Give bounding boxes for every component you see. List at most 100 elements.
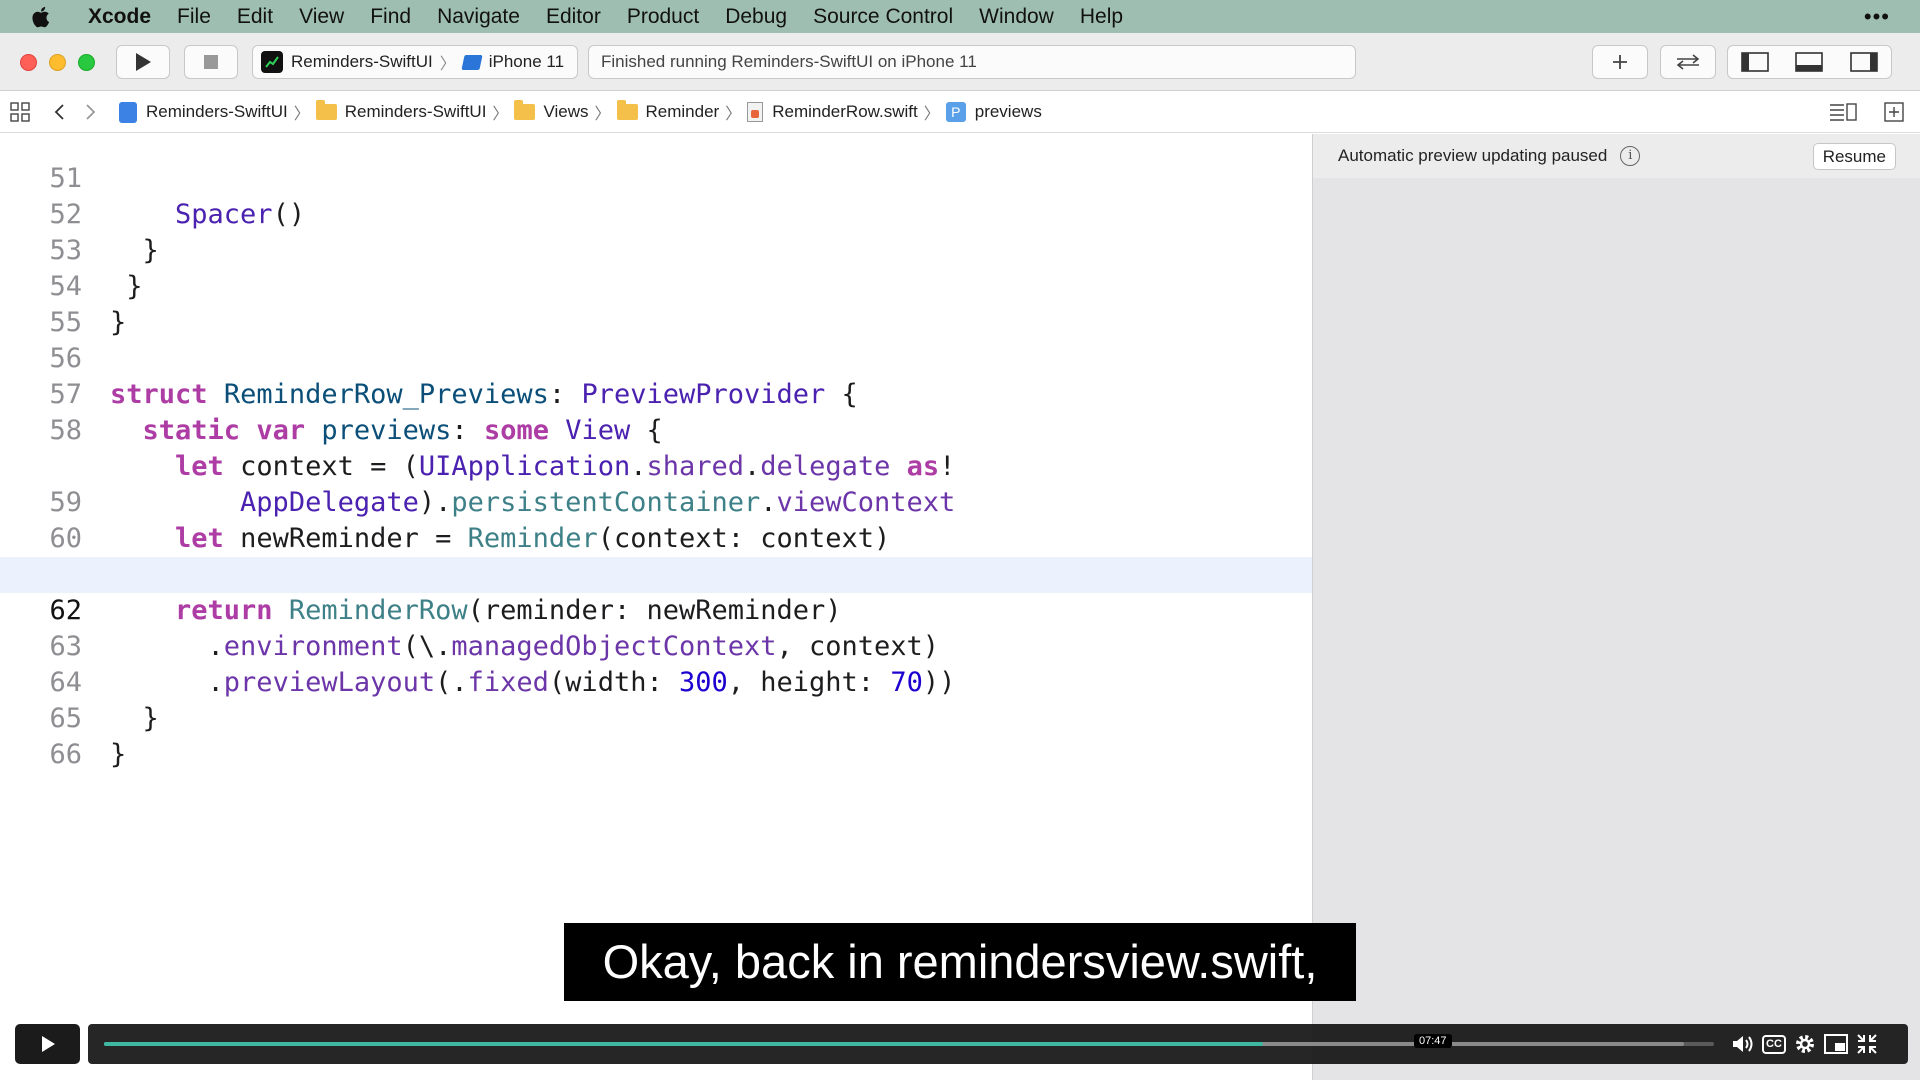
device-name: iPhone 11 [488, 52, 565, 71]
breadcrumb-label: Views [543, 102, 589, 121]
menu-navigate[interactable]: Navigate [424, 0, 533, 33]
code-line[interactable]: AppDelegate).persistentContainer.viewCon… [0, 413, 1312, 518]
breadcrumb-label: Reminder [645, 102, 720, 121]
menu-editor[interactable]: Editor [533, 0, 614, 33]
scheme-selector[interactable]: Reminders-SwiftUI 〉 iPhone 11 [252, 45, 578, 79]
code-line[interactable]: 57 static var previews: some View { [0, 341, 1312, 446]
stop-icon [204, 55, 218, 69]
code-line[interactable]: 55 [0, 269, 1312, 338]
close-window-button[interactable] [20, 54, 37, 71]
code-line[interactable]: 51 Spacer() [0, 134, 1312, 230]
panel-toggle-group [1727, 45, 1892, 79]
apple-logo-icon[interactable] [28, 3, 56, 31]
breadcrumb-label: Reminders-SwiftUI [146, 102, 288, 121]
folder-icon [315, 100, 337, 120]
code-line[interactable]: 53 } [0, 197, 1312, 302]
jump-bar: Reminders-SwiftUI 〉 Reminders-SwiftUI 〉 … [0, 92, 1920, 133]
breadcrumb-symbol[interactable]: P previews [945, 102, 1042, 122]
chevron-left-icon[interactable] [53, 103, 65, 121]
property-icon: P [945, 102, 966, 122]
chevron-right-icon: 〉 [725, 106, 742, 123]
code-line[interactable]: 63 .previewLayout(.fixed(width: 300, hei… [0, 593, 1312, 698]
folder-icon [616, 100, 638, 120]
activity-status: Finished running Reminders-SwiftUI on iP… [588, 45, 1356, 79]
breadcrumb-group[interactable]: Reminders-SwiftUI 〉 [315, 100, 515, 124]
menu-app-name[interactable]: Xcode [82, 0, 164, 33]
device-icon [461, 54, 483, 70]
bottom-panel-icon[interactable] [1795, 52, 1824, 72]
scheme-name: Reminders-SwiftUI [291, 52, 433, 71]
code-review-button[interactable] [1660, 45, 1716, 79]
breadcrumb-label: previews [974, 102, 1042, 121]
code-line[interactable]: 56 struct ReminderRow_Previews: PreviewP… [0, 305, 1312, 410]
code-line[interactable]: 52 } [0, 161, 1312, 266]
breadcrumb-reminder[interactable]: Reminder 〉 [616, 100, 748, 124]
code-line[interactable]: 64 } [0, 629, 1312, 734]
menu-window[interactable]: Window [966, 0, 1067, 33]
preview-canvas[interactable]: Automatic preview updating paused i Resu… [1312, 134, 1920, 1080]
code-line[interactable]: 60 newReminder.title = "Some task" [0, 485, 1312, 590]
closed-captions-button[interactable]: CC [1761, 1032, 1787, 1056]
chevron-right-icon: 〉 [594, 106, 611, 123]
menu-file[interactable]: File [164, 0, 224, 33]
menu-view[interactable]: View [286, 0, 357, 33]
video-progress-fill [104, 1042, 1264, 1046]
code-line-current[interactable]: 62 .environment(\.managedObjectContext, … [0, 557, 1312, 662]
project-icon [119, 101, 137, 123]
chevron-right-icon: 〉 [293, 106, 310, 123]
picture-in-picture-icon[interactable] [1823, 1032, 1849, 1056]
zoom-window-button[interactable] [78, 54, 95, 71]
code-line[interactable]: 65 } [0, 665, 1312, 770]
play-icon [136, 53, 151, 71]
more-icon[interactable]: ••• [1864, 0, 1890, 33]
code-line[interactable]: 59 let newReminder = Reminder(context: c… [0, 449, 1312, 554]
code-line[interactable]: 58 let context = (UIApplication.shared.d… [0, 377, 1312, 482]
stop-button[interactable] [184, 45, 238, 79]
editor-options-icon[interactable] [1828, 102, 1858, 122]
code-line[interactable]: 54 } [0, 233, 1312, 338]
info-icon[interactable]: i [1620, 146, 1641, 166]
minimize-window-button[interactable] [49, 54, 66, 71]
right-panel-icon[interactable] [1850, 52, 1878, 72]
play-icon [41, 1036, 55, 1052]
swift-file-icon [747, 102, 764, 122]
breadcrumb-label: Reminders-SwiftUI [344, 102, 487, 121]
grid-icon[interactable] [10, 101, 31, 123]
menu-edit[interactable]: Edit [224, 0, 286, 33]
menu-help[interactable]: Help [1067, 0, 1136, 33]
plus-icon [1613, 55, 1627, 69]
folder-icon [514, 100, 536, 120]
breadcrumb-file[interactable]: ReminderRow.swift 〉 [747, 100, 946, 124]
code-line[interactable]: 61 return ReminderRow(reminder: newRemin… [0, 521, 1312, 626]
library-button[interactable] [1592, 45, 1648, 79]
settings-gear-icon[interactable] [1792, 1032, 1818, 1056]
left-panel-icon[interactable] [1741, 52, 1769, 72]
chevron-right-icon: 〉 [439, 56, 456, 73]
preview-paused-message: Automatic preview updating paused [1338, 146, 1608, 165]
menu-debug[interactable]: Debug [712, 0, 800, 33]
arrows-icon [1676, 54, 1700, 70]
add-editor-icon[interactable] [1884, 102, 1904, 122]
cc-icon: CC [1762, 1034, 1786, 1054]
fullscreen-exit-icon[interactable] [1854, 1032, 1880, 1056]
video-play-button[interactable] [15, 1024, 80, 1064]
chevron-right-icon: 〉 [492, 106, 509, 123]
menu-find[interactable]: Find [357, 0, 424, 33]
video-time-tooltip: 07:47 [1414, 1034, 1452, 1048]
chevron-right-icon[interactable] [85, 103, 97, 121]
video-control-bar: 07:47 CC [88, 1024, 1908, 1064]
run-button[interactable] [116, 45, 170, 79]
resume-button[interactable]: Resume [1812, 143, 1896, 170]
toolbar: Reminders-SwiftUI 〉 iPhone 11 Finished r… [0, 33, 1920, 91]
menu-product[interactable]: Product [614, 0, 712, 33]
menu-source-control[interactable]: Source Control [800, 0, 966, 33]
breadcrumb-project[interactable]: Reminders-SwiftUI 〉 [119, 100, 316, 124]
line-number: 66 [49, 739, 82, 770]
video-progress-track[interactable]: 07:47 [104, 1034, 1714, 1048]
volume-icon[interactable] [1730, 1032, 1756, 1056]
app-icon [261, 51, 283, 73]
breadcrumb-views[interactable]: Views 〉 [514, 100, 616, 124]
code-line[interactable]: 66 [0, 701, 1312, 770]
preview-status-bar: Automatic preview updating paused i Resu… [1313, 134, 1920, 178]
chevron-right-icon: 〉 [923, 106, 940, 123]
